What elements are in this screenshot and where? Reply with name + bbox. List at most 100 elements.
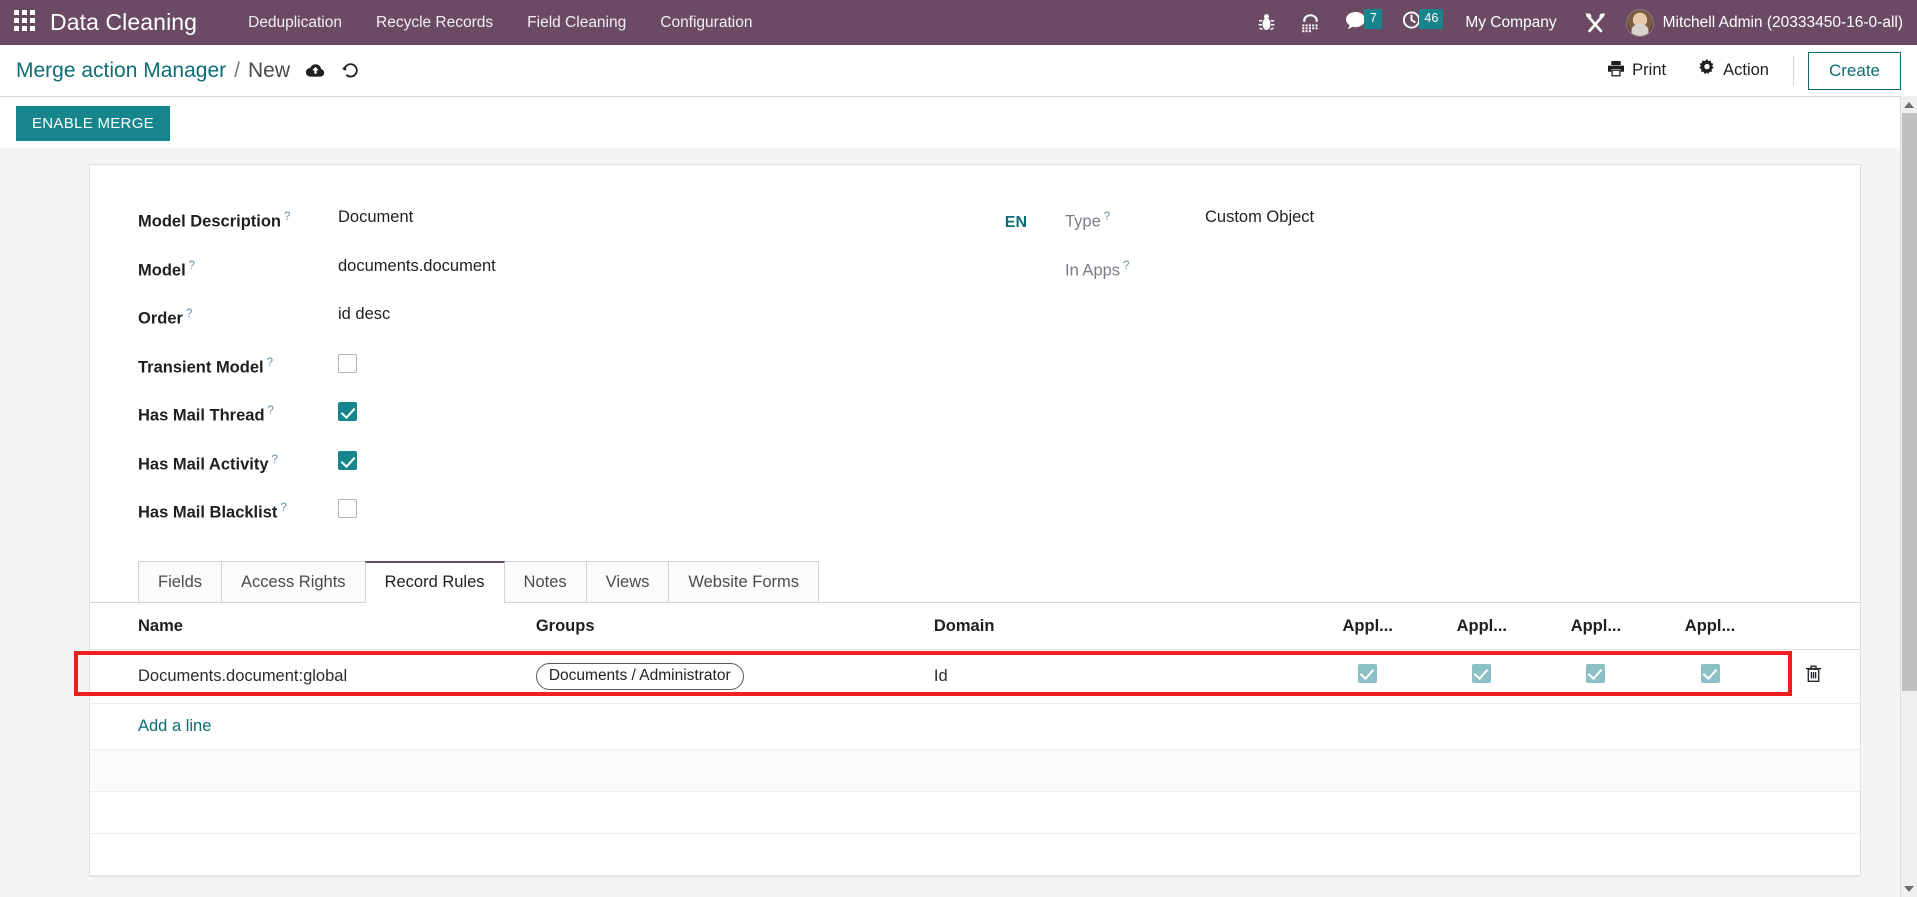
empty-cell bbox=[90, 791, 1860, 834]
empty-row bbox=[90, 833, 1860, 876]
tab-fields[interactable]: Fields bbox=[138, 560, 223, 602]
field-model-description: Model Description? Document bbox=[138, 205, 975, 235]
help-icon[interactable]: ? bbox=[267, 357, 273, 369]
label-text: Has Mail Thread bbox=[138, 406, 265, 425]
column-header-apply-2[interactable]: Appl... bbox=[1424, 602, 1539, 650]
cell-delete[interactable] bbox=[1767, 649, 1860, 704]
cell-domain[interactable]: Id bbox=[925, 649, 1311, 704]
apps-grid-icon[interactable] bbox=[14, 9, 40, 36]
language-badge[interactable]: EN bbox=[975, 205, 1065, 545]
menu-item-configuration[interactable]: Configuration bbox=[643, 0, 769, 45]
menu-item-recycle-records[interactable]: Recycle Records bbox=[359, 0, 510, 45]
column-header-groups[interactable]: Groups bbox=[527, 602, 926, 650]
activities-menu[interactable]: 46 bbox=[1390, 0, 1451, 45]
table-header-row: Name Groups Domain Appl... Appl... Appl.… bbox=[90, 602, 1860, 650]
scrollbar-thumb[interactable] bbox=[1902, 113, 1917, 691]
checkbox-apply-2[interactable] bbox=[1472, 664, 1492, 683]
help-icon[interactable]: ? bbox=[1123, 260, 1129, 272]
button-box: ENABLE MERGE bbox=[0, 97, 1917, 153]
avatar bbox=[1625, 8, 1654, 37]
help-icon[interactable]: ? bbox=[280, 502, 286, 514]
print-button[interactable]: Print bbox=[1591, 60, 1682, 82]
tab-website-forms[interactable]: Website Forms bbox=[668, 560, 819, 602]
notebook-tabs: Fields Access Rights Record Rules Notes … bbox=[90, 560, 1860, 603]
label-text: Type bbox=[1065, 212, 1101, 231]
activities-badge: 46 bbox=[1419, 9, 1444, 29]
help-icon[interactable]: ? bbox=[272, 454, 278, 466]
table-row[interactable]: Documents.document:global Documents / Ad… bbox=[90, 649, 1860, 704]
breadcrumb-parent[interactable]: Merge action Manager bbox=[16, 59, 226, 83]
scroll-up-arrow[interactable] bbox=[1901, 96, 1917, 113]
messages-menu[interactable]: 7 bbox=[1333, 0, 1390, 45]
undo-icon[interactable] bbox=[341, 62, 360, 79]
tools-icon[interactable] bbox=[1571, 0, 1620, 45]
record-rules-list: Name Groups Domain Appl... Appl... Appl.… bbox=[74, 602, 1860, 876]
tab-access-rights[interactable]: Access Rights bbox=[221, 560, 366, 602]
checkbox-apply-3[interactable] bbox=[1586, 664, 1606, 683]
tab-notes[interactable]: Notes bbox=[503, 560, 587, 602]
action-button[interactable]: Action bbox=[1682, 59, 1785, 82]
value-model-description[interactable]: Document bbox=[338, 205, 413, 230]
column-header-apply-1[interactable]: Appl... bbox=[1310, 602, 1425, 650]
create-button[interactable]: Create bbox=[1807, 51, 1901, 90]
gear-icon bbox=[1698, 59, 1716, 82]
help-icon[interactable]: ? bbox=[268, 405, 274, 417]
column-header-actions bbox=[1767, 602, 1860, 650]
label-in-apps: In Apps? bbox=[1065, 254, 1205, 284]
cell-add-line[interactable]: Add a line bbox=[90, 703, 528, 750]
label-text: Has Mail Activity bbox=[138, 455, 269, 473]
label-type: Type? bbox=[1065, 205, 1205, 235]
form-column-right: EN Type? Custom Object In Apps? bbox=[975, 205, 1860, 545]
checkbox-has-mail-thread[interactable] bbox=[338, 402, 357, 421]
help-icon[interactable]: ? bbox=[189, 260, 195, 272]
help-icon[interactable]: ? bbox=[284, 211, 290, 223]
cell-apply-4[interactable] bbox=[1652, 649, 1768, 704]
value-model[interactable]: documents.document bbox=[338, 254, 496, 279]
cloud-upload-icon[interactable] bbox=[305, 63, 325, 79]
help-icon[interactable]: ? bbox=[1104, 211, 1110, 223]
enable-merge-button[interactable]: ENABLE MERGE bbox=[16, 106, 170, 141]
add-line-row[interactable]: Add a line bbox=[90, 703, 1860, 750]
field-order: Order? id desc bbox=[138, 302, 975, 332]
cell-apply-1[interactable] bbox=[1310, 649, 1425, 704]
print-label: Print bbox=[1632, 61, 1667, 79]
cell-add-line-filler bbox=[527, 703, 1860, 750]
checkbox-transient-model[interactable] bbox=[338, 353, 357, 373]
value-order[interactable]: id desc bbox=[338, 302, 390, 327]
checkbox-has-mail-blacklist[interactable] bbox=[338, 499, 357, 518]
column-header-apply-3[interactable]: Appl... bbox=[1538, 602, 1653, 650]
add-a-line-link[interactable]: Add a line bbox=[138, 717, 211, 736]
app-brand-title[interactable]: Data Cleaning bbox=[50, 9, 197, 36]
group-tag[interactable]: Documents / Administrator bbox=[535, 662, 744, 690]
tab-views[interactable]: Views bbox=[585, 560, 670, 602]
help-icon[interactable]: ? bbox=[186, 308, 192, 320]
company-switcher[interactable]: My Company bbox=[1451, 14, 1570, 32]
cell-name[interactable]: Documents.document:global bbox=[90, 649, 528, 704]
top-navbar: Data Cleaning Deduplication Recycle Reco… bbox=[0, 0, 1917, 45]
menu-item-field-cleaning[interactable]: Field Cleaning bbox=[510, 0, 643, 45]
user-menu[interactable]: Mitchell Admin (20333450-16-0-all) bbox=[1620, 8, 1903, 37]
bug-icon[interactable] bbox=[1245, 0, 1288, 45]
tab-record-rules[interactable]: Record Rules bbox=[364, 560, 505, 603]
cell-apply-3[interactable] bbox=[1538, 649, 1653, 704]
cell-groups[interactable]: Documents / Administrator bbox=[527, 649, 926, 704]
column-header-name[interactable]: Name bbox=[90, 602, 528, 650]
label-transient-model: Transient Model? bbox=[138, 351, 338, 381]
checkbox-has-mail-activity[interactable] bbox=[338, 450, 357, 470]
field-has-mail-blacklist: Has Mail Blacklist? bbox=[138, 496, 975, 526]
checkbox-apply-1[interactable] bbox=[1358, 664, 1378, 683]
vertical-scrollbar[interactable] bbox=[1900, 96, 1917, 897]
telephone-icon[interactable] bbox=[1288, 0, 1333, 45]
printer-icon bbox=[1607, 60, 1625, 82]
label-text: Transient Model bbox=[138, 358, 264, 376]
menu-item-deduplication[interactable]: Deduplication bbox=[231, 0, 359, 45]
column-header-apply-4[interactable]: Appl... bbox=[1652, 602, 1768, 650]
trash-icon[interactable] bbox=[1805, 664, 1822, 683]
label-text: In Apps bbox=[1065, 261, 1121, 279]
form-column-left: Model Description? Document Model? docum… bbox=[90, 205, 975, 545]
checkbox-apply-4[interactable] bbox=[1700, 664, 1720, 683]
column-header-domain[interactable]: Domain bbox=[925, 602, 1311, 650]
cell-apply-2[interactable] bbox=[1424, 649, 1539, 704]
scroll-down-arrow[interactable] bbox=[1901, 880, 1917, 897]
control-panel-right: Print Action Create bbox=[1591, 51, 1901, 90]
